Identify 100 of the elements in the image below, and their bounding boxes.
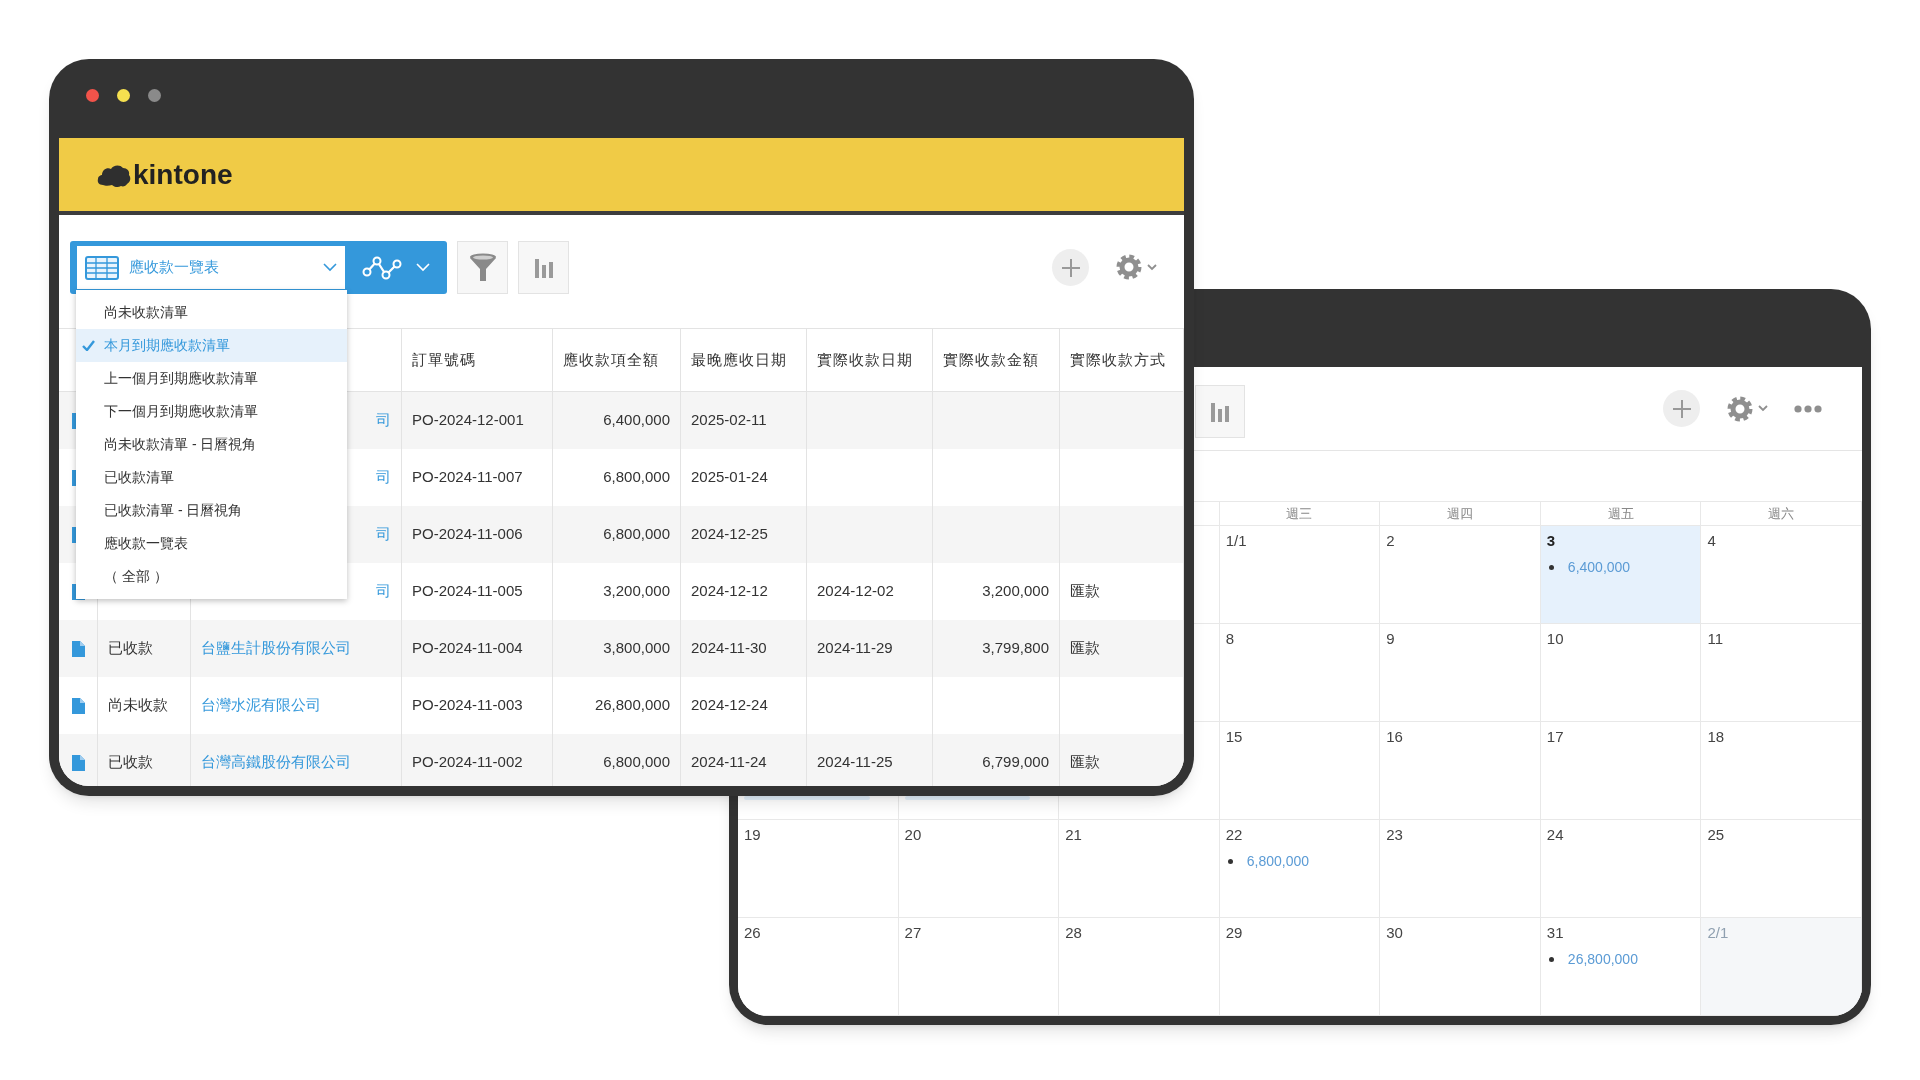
line-graph-icon (362, 254, 402, 281)
day-number: 11 (1707, 629, 1723, 649)
menu-item[interactable]: 尚未收款清單 (76, 296, 347, 329)
table-cell-text: 匯款 (1070, 752, 1100, 773)
table-cell-text: 2024-11-30 (691, 638, 767, 659)
day-number: 10 (1546, 629, 1564, 649)
table-cell-text: PO-2024-11-007 (412, 467, 523, 488)
column-header[interactable]: 應收款項全額 (563, 348, 659, 372)
chart-button[interactable] (1195, 385, 1245, 438)
add-button[interactable] (1663, 390, 1700, 427)
table-cell-text: 2024-11-25 (817, 752, 893, 773)
table-cell-text: 2025-02-11 (691, 410, 767, 431)
column-header[interactable]: 實際收款金額 (943, 348, 1039, 372)
table-icon (85, 255, 119, 280)
table-cell-text: 2024-12-25 (691, 524, 768, 545)
column-header[interactable]: 實際收款方式 (1070, 348, 1166, 372)
table-row[interactable]: 已收款 台鹽生計股份有限公司 PO-2024-11-004 3,800,000 2024-11-30 2024-11-29 3,799,800 匯款 (59, 620, 1184, 677)
chevron-down-icon (323, 263, 337, 272)
day-number: 15 (1225, 727, 1243, 747)
table-cell-text: 匯款 (1070, 638, 1100, 659)
document-icon[interactable] (71, 640, 85, 657)
menu-item[interactable]: （ 全部 ） (76, 560, 347, 593)
menu-item[interactable]: 下一個月到期應收款清單 (76, 395, 347, 428)
app-logo: kintone (133, 160, 233, 189)
day-number: 19 (744, 825, 761, 845)
day-number: 2/1 (1707, 923, 1729, 943)
bar-chart-icon (532, 256, 555, 279)
table-cell-text: 已收款 (108, 638, 153, 659)
table-row[interactable]: 已收款 台灣高鐵股份有限公司 PO-2024-11-002 6,800,000 2024-11-24 2024-11-25 6,799,000 匯款 (59, 734, 1184, 786)
bullet-icon (1227, 858, 1233, 864)
add-button[interactable] (1052, 249, 1089, 286)
table-cell-text: 2024-11-29 (817, 638, 893, 659)
filter-button[interactable] (457, 241, 508, 294)
table-cell-text: PO-2024-11-002 (412, 752, 523, 773)
weekday-label: 週六 (1768, 504, 1795, 523)
document-icon[interactable] (71, 697, 85, 714)
day-number: 17 (1546, 727, 1564, 747)
bullet-icon (1548, 956, 1554, 962)
table-cell-text: PO-2024-11-003 (412, 695, 523, 716)
day-number: 4 (1707, 531, 1716, 551)
document-icon[interactable] (71, 754, 85, 771)
table-cell-text: 尚未收款 (108, 695, 168, 716)
table-cell-text: 3,200,000 (603, 581, 670, 602)
plus-icon (1671, 398, 1692, 419)
day-number: 29 (1225, 923, 1243, 943)
table-cell-text: PO-2024-11-004 (412, 638, 523, 659)
table-cell-text: 2024-11-24 (691, 752, 767, 773)
table-cell-text: 已收款 (108, 752, 153, 773)
settings-icon (1726, 394, 1754, 423)
view-name: 應收款一覽表 (129, 257, 219, 278)
more-icon[interactable] (1794, 404, 1822, 413)
table-cell-text: 2024-12-12 (691, 581, 768, 602)
table-cell-text: 3,200,000 (982, 581, 1049, 602)
table-cell-text: 3,799,800 (982, 638, 1049, 659)
check-icon (82, 340, 95, 351)
column-header[interactable]: 最晚應收日期 (691, 348, 787, 372)
settings-button[interactable] (1115, 253, 1157, 281)
menu-item[interactable]: 應收款一覽表 (76, 527, 347, 560)
table-cell-text: PO-2024-11-006 (412, 524, 523, 545)
day-number: 26 (744, 923, 761, 943)
bar-chart-icon (1209, 400, 1231, 423)
table-cell-text: PO-2024-11-005 (412, 581, 523, 602)
table-cell-text: 6,800,000 (603, 752, 670, 773)
day-number: 23 (1386, 825, 1403, 845)
menu-item[interactable]: 已收款清單 (76, 461, 347, 494)
chevron-down-icon (1758, 405, 1768, 412)
day-number: 8 (1225, 629, 1235, 649)
day-number: 1/1 (1225, 531, 1247, 551)
day-number: 3 (1546, 531, 1556, 551)
table-cell-text: 26,800,000 (594, 695, 670, 716)
bullet-icon (1548, 564, 1554, 570)
column-header[interactable]: 實際收款日期 (817, 348, 913, 372)
chevron-down-icon (1147, 263, 1157, 271)
day-number: 18 (1707, 727, 1725, 747)
table-cell-text: 匯款 (1070, 581, 1100, 602)
day-number: 30 (1386, 923, 1403, 943)
weekday-label: 週三 (1286, 504, 1313, 523)
day-number: 31 (1546, 923, 1564, 943)
day-number: 22 (1225, 825, 1243, 845)
weekday-label: 週四 (1447, 504, 1474, 523)
day-number: 21 (1065, 825, 1082, 845)
settings-button[interactable] (1726, 394, 1768, 423)
day-number: 27 (904, 923, 922, 943)
day-number: 24 (1546, 825, 1564, 845)
calendar-cell[interactable]: 26 (738, 918, 899, 1015)
settings-icon (1115, 253, 1143, 281)
table-cell-text: 6,400,000 (603, 410, 670, 431)
weekday-label: 週五 (1607, 504, 1634, 523)
day-number: 28 (1065, 923, 1082, 943)
day-number: 9 (1386, 629, 1395, 649)
column-header[interactable]: 訂單號碼 (412, 348, 476, 372)
day-number: 20 (904, 825, 922, 845)
menu-item[interactable]: 上一個月到期應收款清單 (76, 362, 347, 395)
chevron-down-icon (416, 263, 430, 272)
table-cell-text: PO-2024-12-001 (412, 410, 524, 431)
chart-button[interactable] (518, 241, 569, 294)
day-number: 16 (1386, 727, 1403, 747)
table-cell-text: 6,800,000 (603, 467, 670, 488)
calendar-cell[interactable]: 3 6,400,000 (1540, 526, 1702, 623)
table-cell-text: 3,800,000 (603, 638, 670, 659)
